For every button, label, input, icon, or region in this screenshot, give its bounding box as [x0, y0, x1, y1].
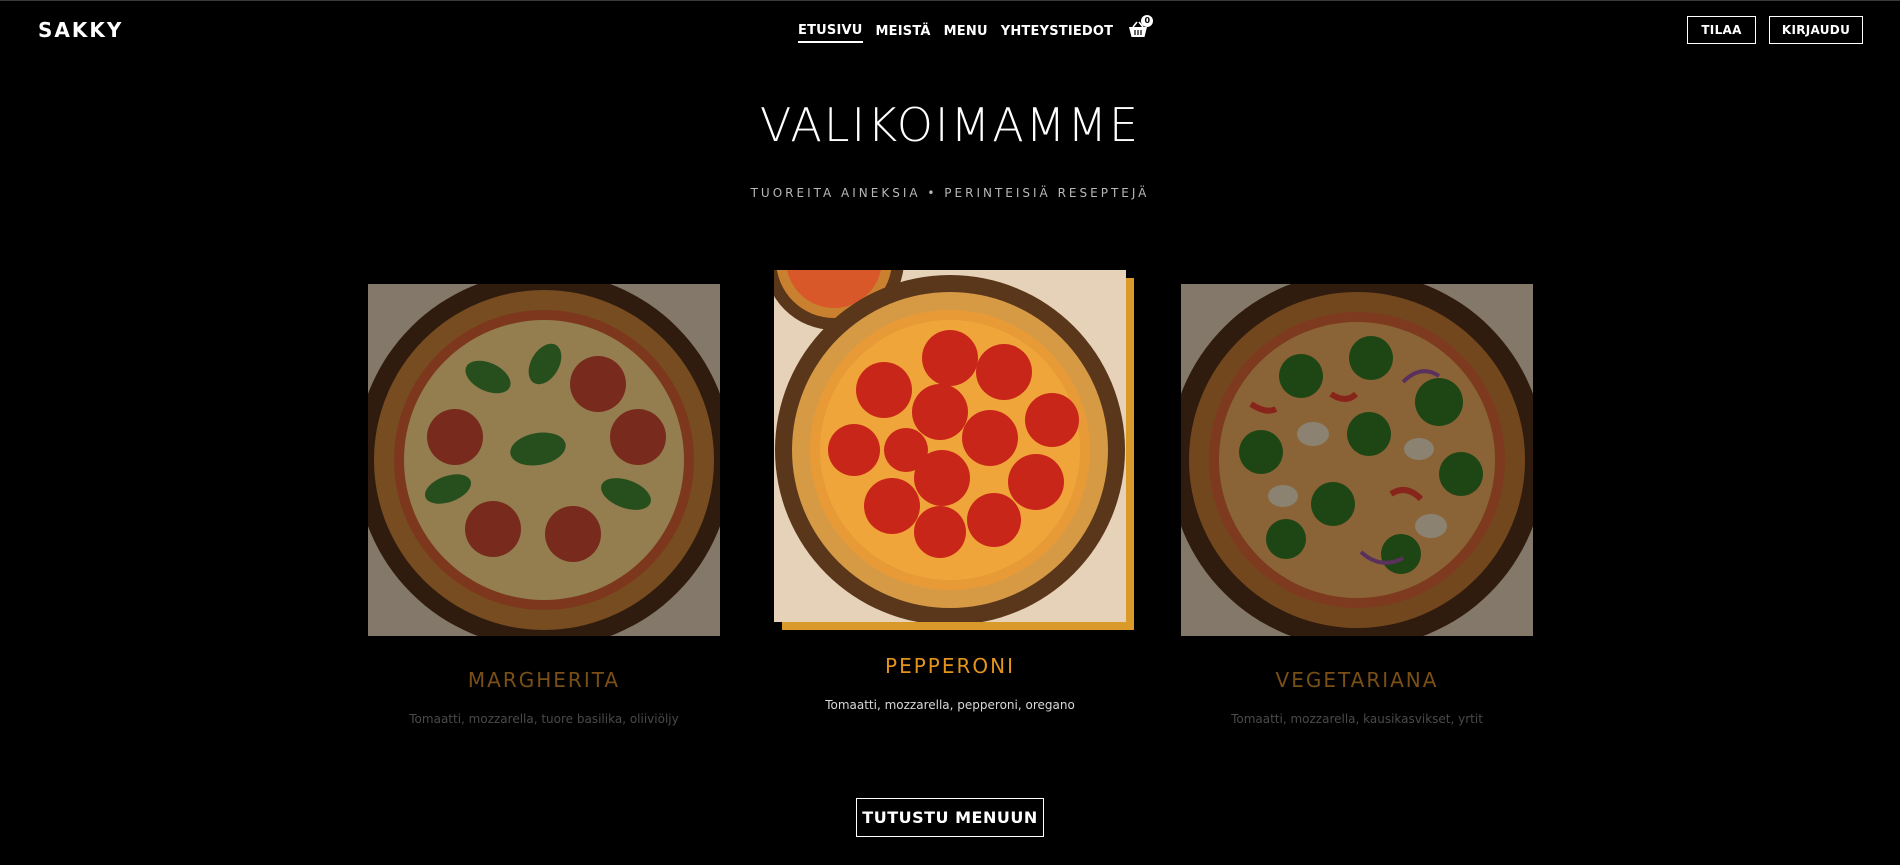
nav-home[interactable]: ETUSIVU [798, 23, 863, 43]
nav-menu[interactable]: MENU [944, 24, 988, 42]
pizza-image-vegetariana[interactable] [1181, 284, 1533, 636]
cart-button[interactable]: 0 [1128, 15, 1154, 41]
order-button[interactable]: TILAA [1687, 16, 1756, 44]
page-title: VALIKOIMAMME [759, 98, 1141, 152]
pizza-card-margherita[interactable]: MARGHERITA Tomaatti, mozzarella, tuore b… [368, 284, 720, 726]
page-subtitle: TUOREITA AINEKSIA • PERINTEISIÄ RESEPTEJ… [750, 186, 1150, 200]
pizza-name: PEPPERONI [885, 654, 1015, 678]
nav-contact[interactable]: YHTEYSTIEDOT [1001, 24, 1114, 42]
main-nav: ETUSIVU MEISTÄ MENU YHTEYSTIEDOT 0 [798, 15, 1154, 43]
vegetariana-pizza-image [1181, 284, 1533, 636]
pizza-description: Tomaatti, mozzarella, pepperoni, oregano [825, 698, 1075, 712]
pizza-card-pepperoni[interactable]: PEPPERONI Tomaatti, mozzarella, pepperon… [774, 270, 1134, 712]
top-border [0, 0, 1900, 1]
logo[interactable]: SAKKY [38, 18, 123, 42]
pizza-card-vegetariana[interactable]: VEGETARIANA Tomaatti, mozzarella, kausik… [1181, 284, 1533, 726]
margherita-pizza-image [368, 284, 720, 636]
pizza-name: VEGETARIANA [1275, 668, 1439, 692]
nav-about[interactable]: MEISTÄ [876, 24, 931, 42]
pizza-description: Tomaatti, mozzarella, kausikasvikset, yr… [1231, 712, 1483, 726]
pizza-image-pepperoni[interactable] [774, 270, 1126, 622]
cart-count-badge: 0 [1141, 15, 1154, 27]
pizza-image-margherita[interactable] [368, 284, 720, 636]
pepperoni-pizza-image [774, 270, 1126, 622]
login-button[interactable]: KIRJAUDU [1769, 16, 1863, 44]
explore-menu-button[interactable]: TUTUSTU MENUUN [856, 798, 1044, 837]
pizza-description: Tomaatti, mozzarella, tuore basilika, ol… [409, 712, 679, 726]
pizza-name: MARGHERITA [467, 668, 621, 692]
